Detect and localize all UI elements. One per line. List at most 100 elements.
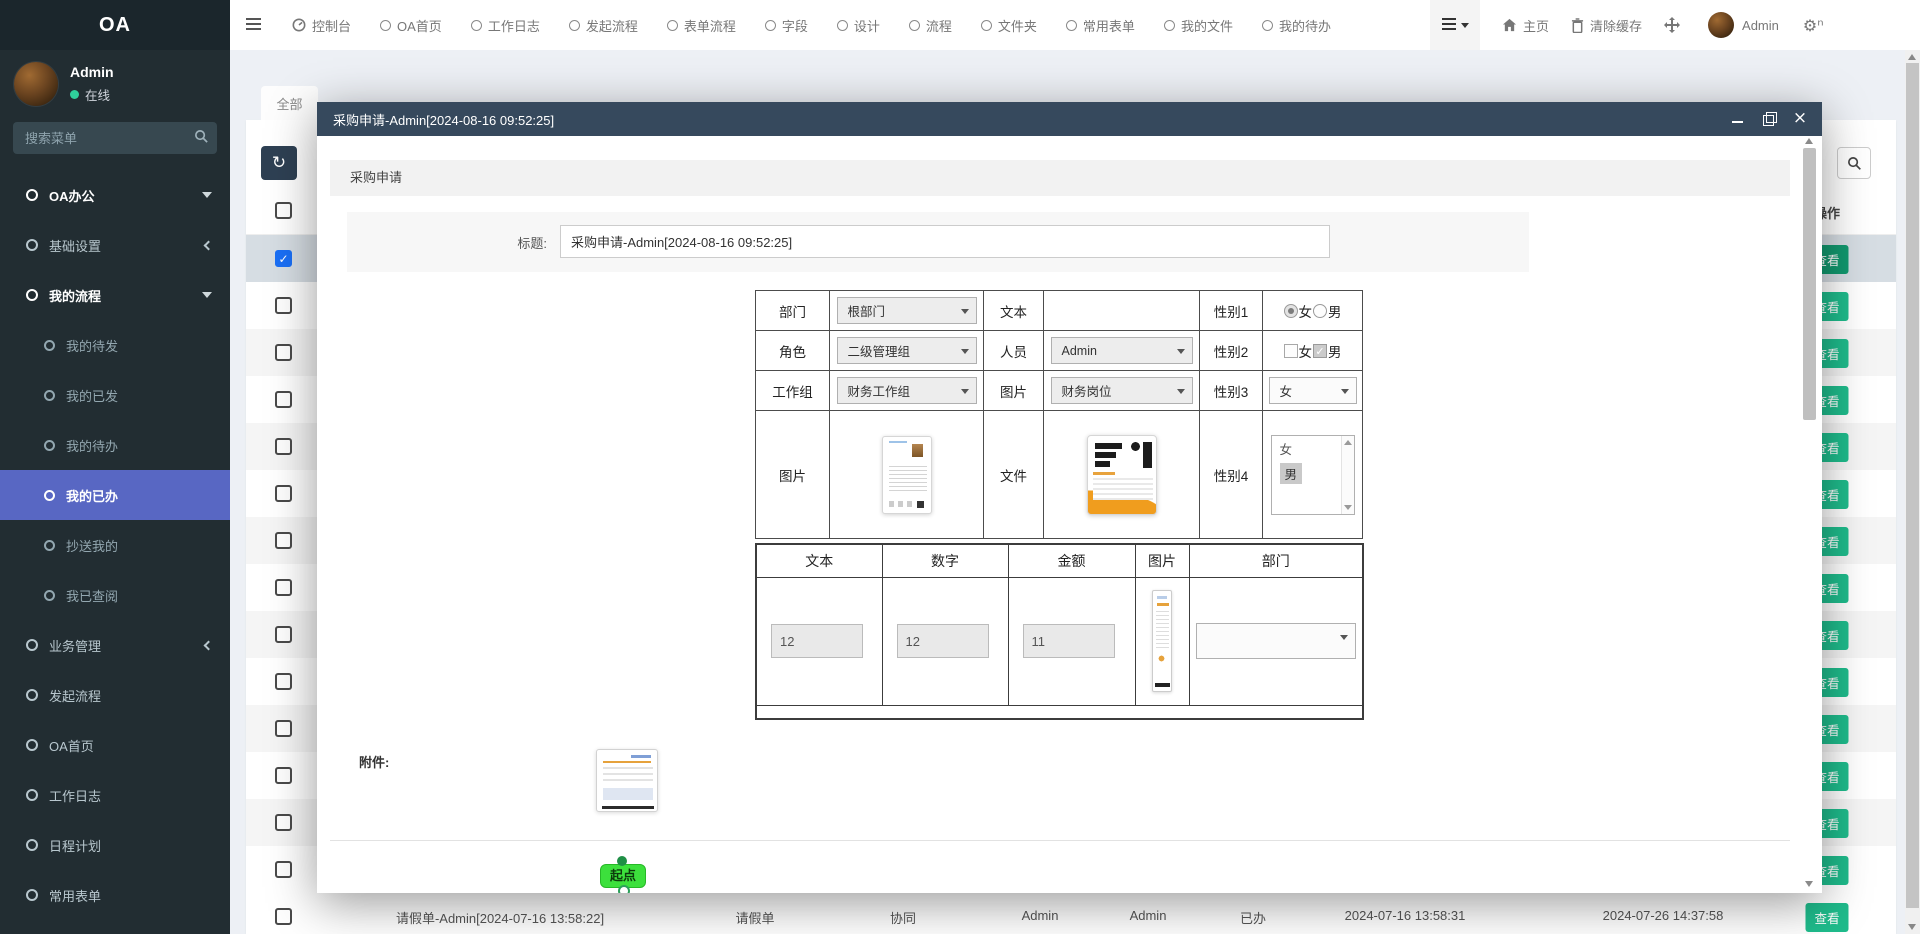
page-scrollbar[interactable] [1905, 50, 1920, 934]
gender2-checkbox-female[interactable] [1284, 344, 1298, 358]
row-checkbox[interactable] [275, 626, 292, 643]
picture-thumbnail[interactable] [882, 436, 932, 514]
row-checkbox[interactable] [275, 391, 292, 408]
list-menu-toggle[interactable] [1430, 0, 1480, 50]
grid-header-dept: 部门 [1189, 544, 1363, 577]
sidebar-item-start-flow[interactable]: 发起流程 [0, 670, 230, 720]
sidebar-item-schedule[interactable]: 日程计划 [0, 820, 230, 870]
grid-dept-select[interactable] [1196, 623, 1356, 659]
row-checkbox[interactable] [275, 720, 292, 737]
sidebar-item-my-read[interactable]: 我已查阅 [0, 570, 230, 620]
listbox-scrollbar[interactable] [1341, 436, 1354, 514]
tab-start-flow[interactable]: 发起流程 [569, 16, 638, 35]
minimize-icon[interactable] [1730, 111, 1746, 127]
gender1-radio-male[interactable] [1313, 304, 1327, 318]
table-search-button[interactable] [1837, 147, 1871, 179]
home-button[interactable]: 主页 [1502, 16, 1549, 35]
dept-select[interactable]: 根部门 [837, 297, 977, 324]
tab-my-todo[interactable]: 我的待办 [1262, 16, 1331, 35]
position-select[interactable]: 财务岗位 [1051, 377, 1193, 404]
tab-flow[interactable]: 流程 [909, 16, 952, 35]
row-checkbox[interactable] [275, 673, 292, 690]
row-checkbox[interactable] [275, 485, 292, 502]
sidebar-item-basic-settings[interactable]: 基础设置 [0, 220, 230, 270]
sidebar-item-my-flows[interactable]: 我的流程 [0, 270, 230, 320]
gear-icon[interactable]: ⚙ⁿ [1803, 16, 1824, 35]
row-checkbox[interactable] [275, 908, 292, 925]
sidebar-item-cc-me[interactable]: 抄送我的 [0, 520, 230, 570]
scroll-down-icon[interactable] [1805, 881, 1813, 887]
row-checkbox[interactable]: ✓ [275, 250, 292, 267]
sidebar-item-oa-office[interactable]: OA办公 [0, 170, 230, 220]
search-icon[interactable] [191, 129, 211, 147]
scroll-down-icon[interactable] [1344, 505, 1352, 510]
sidebar-item-oa-home[interactable]: OA首页 [0, 720, 230, 770]
sidebar-item-my-todo[interactable]: 我的待办 [0, 420, 230, 470]
row-checkbox[interactable] [275, 861, 292, 878]
tab-oa-home[interactable]: OA首页 [380, 16, 442, 35]
scroll-up-icon[interactable] [1805, 138, 1813, 144]
title-field-input[interactable] [560, 225, 1330, 258]
sidebar-item-work-log[interactable]: 工作日志 [0, 770, 230, 820]
grid-text-input[interactable] [771, 624, 863, 658]
grid-number-input[interactable] [897, 624, 989, 658]
sidebar-item-my-done[interactable]: 我的已办 [0, 470, 230, 520]
role-select[interactable]: 二级管理组 [837, 337, 977, 364]
maximize-icon[interactable] [1761, 111, 1777, 127]
tab-design[interactable]: 设计 [837, 16, 880, 35]
scroll-up-icon[interactable] [1344, 440, 1352, 445]
clear-cache-button[interactable]: 清除缓存 [1571, 16, 1642, 35]
gender1-radio-female[interactable] [1284, 304, 1298, 318]
dialog-titlebar[interactable]: 采购申请-Admin[2024-08-16 09:52:25] × [317, 102, 1822, 136]
fullscreen-button[interactable] [1664, 17, 1686, 33]
gender2-checkbox-male[interactable]: ✓ [1313, 344, 1327, 358]
dialog-scrollbar-thumb[interactable] [1803, 148, 1816, 420]
trash-icon [1571, 18, 1584, 33]
refresh-button[interactable]: ↻ [261, 146, 297, 180]
scroll-up-icon[interactable] [1908, 54, 1916, 60]
sidebar-item-my-sent[interactable]: 我的已发 [0, 370, 230, 420]
tab-all[interactable]: 全部 [261, 86, 318, 120]
view-button[interactable]: 查看 [1805, 903, 1848, 932]
scroll-down-icon[interactable] [1908, 924, 1916, 930]
sidebar-item-my-tosend[interactable]: 我的待发 [0, 320, 230, 370]
tab-common-forms[interactable]: 常用表单 [1066, 16, 1135, 35]
row-checkbox[interactable] [275, 767, 292, 784]
select-all-checkbox[interactable] [275, 202, 292, 219]
scrollbar-thumb[interactable] [1906, 63, 1919, 908]
close-icon[interactable]: × [1792, 111, 1808, 127]
row-checkbox[interactable] [275, 344, 292, 361]
sidebar-item-common-forms[interactable]: 常用表单 [0, 870, 230, 920]
file-thumbnail[interactable] [1087, 435, 1157, 515]
tab-work-log[interactable]: 工作日志 [471, 16, 540, 35]
table-row-leave-form[interactable]: 请假单-Admin[2024-07-16 13:58:22] 请假单 协同 Ad… [246, 893, 1896, 934]
row-checkbox[interactable] [275, 438, 292, 455]
row-checkbox[interactable] [275, 814, 292, 831]
tab-folder[interactable]: 文件夹 [981, 16, 1037, 35]
grid-image-thumbnail[interactable] [1152, 590, 1172, 692]
menu-icon[interactable] [246, 14, 266, 36]
tab-my-files[interactable]: 我的文件 [1164, 16, 1233, 35]
workgroup-select[interactable]: 财务工作组 [837, 377, 977, 404]
circle-icon [981, 20, 992, 31]
row-checkbox[interactable] [275, 297, 292, 314]
text-field-empty[interactable] [1044, 291, 1200, 331]
row-sender: Admin [1022, 908, 1059, 923]
gender3-select[interactable]: 女 [1269, 377, 1357, 404]
row-checkbox[interactable] [275, 579, 292, 596]
person-select[interactable]: Admin [1051, 337, 1193, 364]
user-menu[interactable]: Admin [1708, 12, 1779, 38]
tab-dashboard[interactable]: 控制台 [292, 16, 351, 35]
chevron-down-icon [202, 292, 212, 298]
gender4-listbox[interactable]: 女 男 [1271, 435, 1355, 515]
search-input[interactable] [13, 122, 217, 154]
row-checkbox[interactable] [275, 532, 292, 549]
tab-form-flow[interactable]: 表单流程 [667, 16, 736, 35]
row-handler: Admin [1130, 908, 1167, 923]
attachment-thumbnail[interactable] [596, 749, 658, 812]
home-icon [1502, 18, 1517, 32]
sidebar-item-business-mgmt[interactable]: 业务管理 [0, 620, 230, 670]
tab-fields[interactable]: 字段 [765, 16, 808, 35]
flow-start-node[interactable]: 起点 [600, 864, 646, 888]
grid-amount-input[interactable] [1023, 624, 1115, 658]
